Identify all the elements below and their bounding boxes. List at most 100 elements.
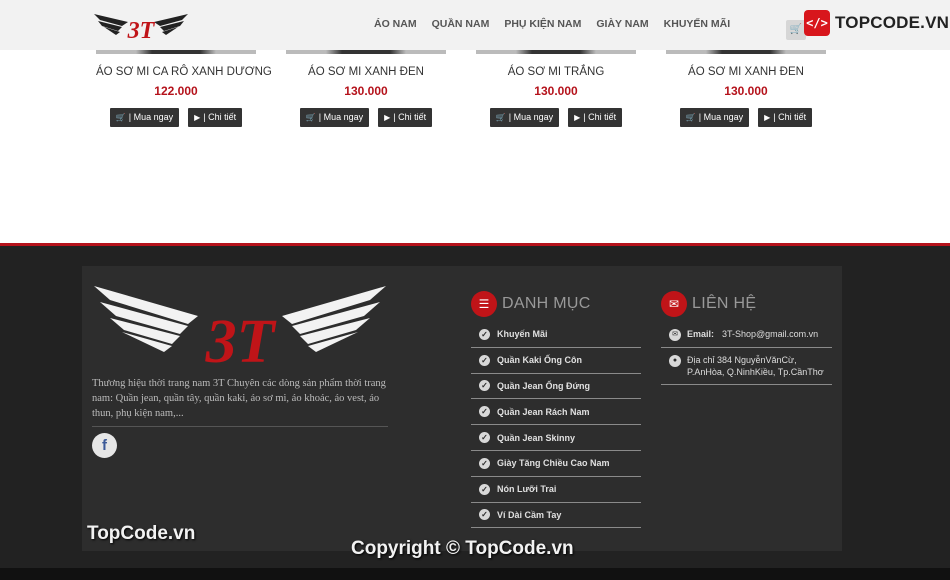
category-label: Quần Jean Skinny — [497, 432, 576, 443]
buy-now-button[interactable]: 🛒 | Mua ngay — [489, 108, 560, 127]
envelope-icon: ✉ — [661, 291, 687, 317]
check-circle-icon: ✓ — [479, 509, 490, 521]
detail-label: | Chi tiết — [203, 112, 237, 122]
detail-label: | Chi tiết — [773, 112, 807, 122]
envelope-icon: ✉ — [669, 329, 681, 341]
category-item[interactable]: ✓ Quần Kaki Ống Côn — [471, 348, 641, 374]
map-pin-icon: ● — [669, 355, 681, 367]
product-card: ÁO SƠ MI XANH ĐEN 130.000 🛒 | Mua ngay ▶ |… — [286, 50, 446, 127]
category-item[interactable]: ✓ Nón Lưỡi Trai — [471, 477, 641, 503]
product-image[interactable] — [666, 50, 826, 54]
list-icon: ☰ — [471, 291, 497, 317]
contact-heading: ✉ LIÊN HỆ — [661, 291, 756, 317]
nav-item-ao-nam[interactable]: ÁO NAM — [374, 18, 417, 30]
nav-item-giay-nam[interactable]: GIÀY NAM — [596, 18, 648, 30]
contact-email-row: ✉ Email: 3T-Shop@gmail.com.vn — [661, 322, 832, 348]
address-value: Địa chỉ 384 NguyễnVănCừ, P.AnHòa, Q.Ninh… — [687, 355, 824, 377]
facebook-icon[interactable]: f — [92, 433, 117, 458]
check-circle-icon: ✓ — [479, 328, 490, 340]
product-actions: 🛒 | Mua ngay ▶ | Chi tiết — [476, 108, 636, 127]
top-navbar: 3T ÁO NAM QUẦN NAM PHỤ KIỆN NAM GIÀY NAM… — [0, 0, 950, 50]
buy-now-button[interactable]: 🛒 | Mua ngay — [299, 108, 370, 127]
category-label: Quần Jean Rách Nam — [497, 406, 590, 417]
contact-address-row: ● Địa chỉ 384 NguyễnVănCừ, P.AnHòa, Q.Ni… — [661, 348, 832, 385]
watermark-top-text: TOPCODE.VN — [835, 13, 950, 32]
product-actions: 🛒 | Mua ngay ▶ | Chi tiết — [286, 108, 446, 127]
detail-button[interactable]: ▶ | Chi tiết — [568, 108, 623, 127]
check-circle-icon: ✓ — [479, 483, 490, 495]
product-card: ÁO SƠ MI XANH ĐEN 130.000 🛒 | Mua ngay ▶ |… — [666, 50, 826, 127]
buy-now-label: | Mua ngay — [698, 112, 744, 122]
play-icon: ▶ — [764, 113, 771, 122]
play-icon: ▶ — [574, 113, 581, 122]
email-value[interactable]: 3T-Shop@gmail.com.vn — [722, 329, 818, 339]
product-name[interactable]: ÁO SƠ MI XANH ĐEN — [286, 66, 446, 78]
product-name[interactable]: ÁO SƠ MI TRẮNG — [476, 66, 636, 78]
category-label: Giày Tăng Chiều Cao Nam — [497, 458, 610, 469]
product-card: ÁO SƠ MI CA RÔ XANH DƯƠNG 122.000 🛒 | Mua… — [96, 50, 272, 127]
cart-icon: 🛒 — [305, 113, 316, 122]
play-icon: ▶ — [194, 113, 201, 122]
nav-item-khuyen-mai[interactable]: KHUYẾN MÃI — [664, 18, 731, 30]
product-card: ÁO SƠ MI TRẮNG 130.000 🛒 | Mua ngay ▶ | Ch… — [476, 50, 636, 127]
product-actions: 🛒 | Mua ngay ▶ | Chi tiết — [96, 108, 256, 127]
category-label: Nón Lưỡi Trai — [497, 484, 557, 495]
brand-logo: 3T — [94, 286, 386, 370]
detail-button[interactable]: ▶ | Chi tiết — [378, 108, 433, 127]
code-icon: </> — [804, 10, 830, 36]
buy-now-button[interactable]: 🛒 | Mua ngay — [679, 108, 750, 127]
category-list: ✓ Khuyến Mãi ✓ Quần Kaki Ống Côn ✓ Quần Jea… — [471, 322, 641, 529]
category-label: Quần Jean Ống Đứng — [497, 380, 591, 391]
product-actions: 🛒 | Mua ngay ▶ | Chi tiết — [666, 108, 826, 127]
main-nav: ÁO NAM QUẦN NAM PHỤ KIỆN NAM GIÀY NAM KH… — [374, 18, 730, 30]
detail-label: | Chi tiết — [393, 112, 427, 122]
category-title: DANH MỤC — [502, 295, 591, 312]
category-item[interactable]: ✓ Quần Jean Ống Đứng — [471, 374, 641, 400]
cart-icon: 🛒 — [115, 113, 126, 122]
category-label: Quần Kaki Ống Côn — [497, 355, 583, 366]
category-label: Ví Dài Cầm Tay — [497, 509, 562, 520]
category-label: Khuyến Mãi — [497, 329, 548, 340]
product-name[interactable]: ÁO SƠ MI CA RÔ XANH DƯƠNG — [96, 66, 272, 78]
check-circle-icon: ✓ — [479, 406, 490, 418]
category-item[interactable]: ✓ Khuyến Mãi — [471, 322, 641, 348]
page: 3T ÁO NAM QUẦN NAM PHỤ KIỆN NAM GIÀY NAM… — [0, 0, 950, 580]
brand-logo-text: 3T — [205, 308, 277, 370]
category-item[interactable]: ✓ Giày Tăng Chiều Cao Nam — [471, 451, 641, 477]
product-image[interactable] — [286, 50, 446, 54]
brand-logo-small[interactable]: 3T — [92, 8, 190, 44]
watermark-bottom-left: TopCode.vn — [87, 523, 196, 544]
product-price: 130.000 — [534, 84, 578, 98]
category-item[interactable]: ✓ Quần Jean Rách Nam — [471, 399, 641, 426]
detail-label: | Chi tiết — [583, 112, 617, 122]
buy-now-label: | Mua ngay — [128, 112, 174, 122]
contact-list: ✉ Email: 3T-Shop@gmail.com.vn ● Địa chỉ 3… — [661, 322, 832, 385]
check-circle-icon: ✓ — [479, 354, 490, 366]
watermark-copyright: Copyright © TopCode.vn — [351, 538, 574, 559]
footer-bottom-bar — [0, 568, 950, 580]
email-label: Email: — [687, 329, 715, 339]
check-circle-icon: ✓ — [479, 457, 490, 469]
cart-icon: 🛒 — [495, 113, 506, 122]
buy-now-button[interactable]: 🛒 | Mua ngay — [109, 108, 180, 127]
nav-item-phu-kien-nam[interactable]: PHỤ KIỆN NAM — [504, 18, 581, 30]
detail-button[interactable]: ▶ | Chi tiết — [188, 108, 243, 127]
product-image[interactable] — [96, 50, 256, 54]
brand-description: Thương hiệu thời trang nam 3T Chuyên các… — [92, 378, 386, 419]
nav-item-quan-nam[interactable]: QUẦN NAM — [432, 18, 490, 30]
cart-icon: 🛒 — [789, 24, 803, 35]
category-item[interactable]: ✓ Quần Jean Skinny — [471, 425, 641, 451]
buy-now-label: | Mua ngay — [508, 112, 554, 122]
product-image[interactable] — [476, 50, 636, 54]
product-name[interactable]: ÁO SƠ MI XANH ĐEN — [666, 66, 826, 78]
divider — [92, 426, 388, 427]
category-item[interactable]: ✓ Ví Dài Cầm Tay — [471, 503, 641, 529]
contact-title: LIÊN HỆ — [692, 295, 757, 312]
detail-button[interactable]: ▶ | Chi tiết — [758, 108, 813, 127]
product-price: 130.000 — [344, 84, 388, 98]
product-price: 130.000 — [724, 84, 768, 98]
category-heading: ☰ DANH MỤC — [471, 291, 591, 317]
play-icon: ▶ — [384, 113, 391, 122]
cart-button[interactable]: 🛒 — [786, 20, 806, 40]
watermark-top: </> TOPCODE.VN — [804, 10, 949, 36]
